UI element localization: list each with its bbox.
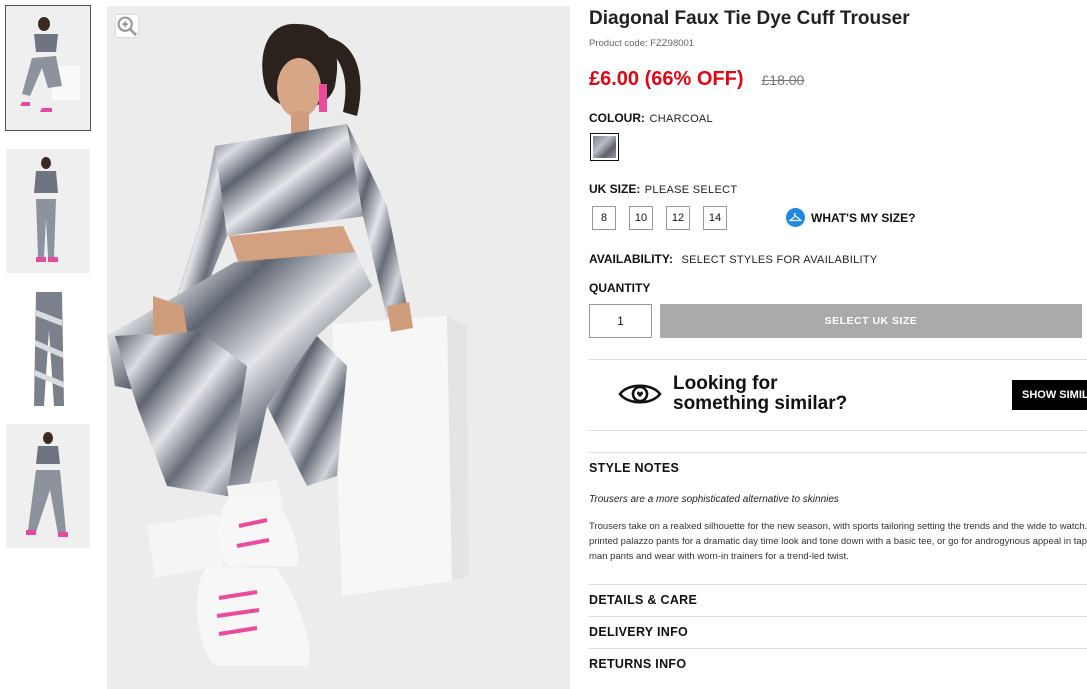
thumbnail-4[interactable] [6, 424, 90, 548]
zoom-icon [117, 16, 138, 37]
show-similar-button[interactable]: SHOW SIMILAR [1012, 380, 1087, 410]
size-option-12[interactable]: 12 [666, 206, 690, 230]
colour-label: COLOUR: [589, 111, 645, 125]
availability-value: SELECT STYLES FOR AVAILABILITY [681, 254, 878, 266]
thumbnail-image [6, 424, 90, 548]
product-page: Diagonal Faux Tie Dye Cuff Trouser Produ… [0, 0, 1087, 689]
thumbnail-image [6, 290, 90, 414]
similar-banner: Looking for something similar? SHOW SIMI… [589, 360, 1087, 430]
thumbnail-1[interactable] [5, 5, 91, 131]
similar-line-2: something similar? [673, 393, 848, 414]
divider [589, 430, 1087, 431]
thumbnail-image [6, 149, 90, 273]
style-notes-subtitle: Trousers are a more sophisticated altern… [589, 494, 839, 505]
thumbnail-3[interactable] [6, 290, 90, 414]
zoom-button[interactable] [115, 14, 139, 38]
thumbnail-2[interactable] [6, 149, 90, 273]
size-value: PLEASE SELECT [644, 184, 738, 196]
size-option-14[interactable]: 14 [703, 206, 727, 230]
size-label: UK SIZE: [589, 182, 641, 196]
eye-icon [618, 384, 662, 404]
delivery-info-heading[interactable]: DELIVERY INFO [589, 625, 688, 639]
returns-info-heading[interactable]: RETURNS INFO [589, 657, 686, 671]
availability-label: AVAILABILITY: [589, 252, 673, 266]
colour-swatch-charcoal[interactable] [590, 133, 619, 161]
model-photo [107, 6, 570, 689]
hanger-icon [786, 208, 805, 227]
divider [589, 616, 1087, 617]
availability-row: AVAILABILITY: SELECT STYLES FOR AVAILABI… [589, 250, 878, 268]
quantity-input[interactable] [589, 304, 652, 338]
size-option-8[interactable]: 8 [592, 206, 616, 230]
whats-my-size-label: WHAT'S MY SIZE? [811, 210, 916, 225]
size-options: 8 10 12 14 [592, 206, 727, 230]
whats-my-size-link[interactable]: WHAT'S MY SIZE? [786, 208, 915, 227]
divider [589, 584, 1087, 585]
size-option-10[interactable]: 10 [629, 206, 653, 230]
style-notes-heading[interactable]: STYLE NOTES [589, 461, 679, 475]
divider [589, 452, 1087, 453]
details-care-heading[interactable]: DETAILS & CARE [589, 593, 697, 607]
main-product-image[interactable] [107, 6, 570, 689]
price-row: £6.00 (66% OFF) £18.00 [589, 68, 804, 91]
size-row: UK SIZE: PLEASE SELECT [589, 180, 737, 198]
colour-row: COLOUR: CHARCOAL [589, 109, 713, 127]
thumbnail-image [6, 6, 90, 130]
quantity-label: QUANTITY [589, 281, 651, 295]
select-size-button[interactable]: SELECT UK SIZE [660, 304, 1082, 338]
product-info: Diagonal Faux Tie Dye Cuff Trouser Produ… [589, 0, 1087, 689]
similar-heading: Looking for something similar? [673, 374, 847, 414]
colour-value: CHARCOAL [649, 113, 713, 125]
product-code: Product code: FZZ98001 [589, 38, 695, 49]
swatch-fill [593, 136, 616, 158]
similar-line-1: Looking for [673, 373, 778, 394]
divider [589, 648, 1087, 649]
style-notes-body: Trousers take on a realxed silhouette fo… [589, 521, 1087, 562]
original-price: £18.00 [761, 72, 805, 88]
product-title: Diagonal Faux Tie Dye Cuff Trouser [589, 8, 910, 29]
sale-price: £6.00 (66% OFF) [589, 68, 744, 90]
